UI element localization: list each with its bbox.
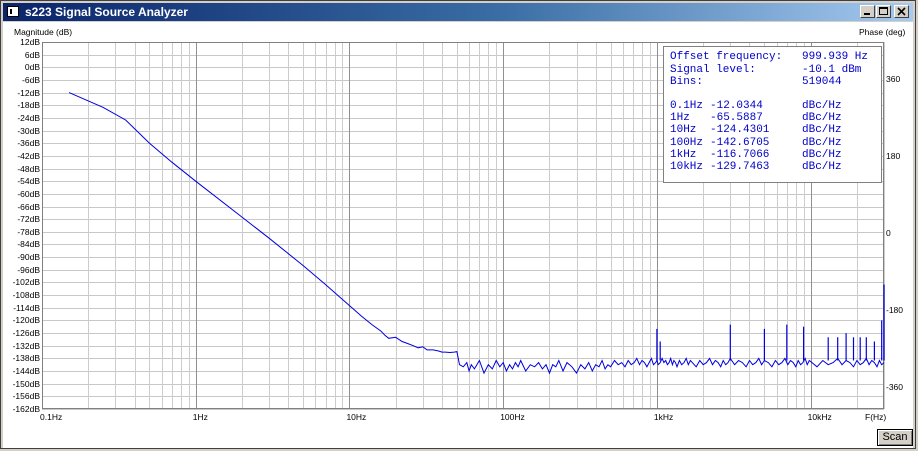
noise-unit: dBc/Hz	[802, 148, 842, 161]
close-icon	[897, 7, 906, 16]
noise-value: -129.7463	[710, 161, 770, 173]
scan-button[interactable]: Scan	[877, 429, 913, 446]
measurement-info-panel: Offset frequency: 999.939 Hz Signal level:…	[663, 46, 882, 183]
noise-frequency: 10Hz	[670, 124, 697, 137]
noise-value: -124.4301	[710, 124, 770, 137]
noise-frequency: 1Hz	[670, 112, 690, 125]
noise-unit: dBc/Hz	[802, 161, 842, 173]
noise-value: -65.5887	[710, 112, 763, 125]
noise-frequency: 100Hz	[670, 136, 704, 149]
info-value: -10.1 dBm	[802, 63, 862, 76]
minimize-icon	[864, 13, 870, 15]
noise-frequency: 10kHz	[670, 161, 704, 173]
noise-unit: dBc/Hz	[802, 112, 842, 125]
noise-value: -142.6705	[710, 136, 770, 149]
window-title: s223 Signal Source Analyzer	[25, 5, 188, 19]
info-value: 519044	[802, 76, 842, 88]
app-icon[interactable]	[7, 6, 19, 17]
title-bar[interactable]: s223 Signal Source Analyzer	[3, 3, 913, 21]
noise-unit: dBc/Hz	[802, 100, 842, 112]
info-key: Offset frequency:	[670, 51, 783, 63]
close-button[interactable]	[894, 5, 909, 18]
info-key: Signal level:	[670, 63, 756, 76]
chart-area: Magnitude (dB) Phase (deg) 12dB 6dB 0dB -6d…	[3, 22, 913, 448]
info-value: 999.939 Hz	[802, 51, 869, 63]
maximize-button[interactable]	[876, 5, 891, 18]
app-window: s223 Signal Source Analyzer Magnitude (d…	[0, 0, 916, 449]
noise-frequency: 0.1Hz	[670, 100, 704, 112]
noise-value: -116.7066	[710, 148, 770, 161]
noise-unit: dBc/Hz	[802, 136, 842, 149]
noise-frequency: 1kHz	[670, 148, 697, 161]
info-key: Bins:	[670, 76, 704, 88]
noise-value: -12.0344	[710, 100, 763, 112]
noise-unit: dBc/Hz	[802, 124, 842, 137]
minimize-button[interactable]	[860, 5, 875, 18]
maximize-icon	[879, 7, 888, 15]
